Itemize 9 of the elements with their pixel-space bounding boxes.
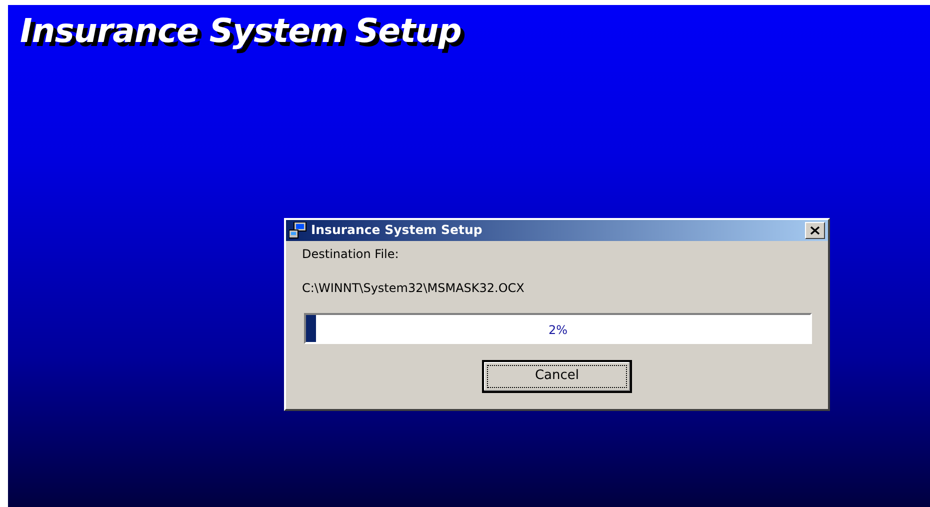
destination-label: Destination File: [301,246,400,263]
file-path: C:\WINNT\System32\MSMASK32.OCX [301,280,526,297]
progress-percent: 2% [547,322,569,339]
banner-title: Insurance System Setup [19,10,462,51]
close-button[interactable] [805,222,825,239]
close-icon [810,226,820,235]
dialog-title: Insurance System Setup [311,220,484,239]
computer-icon [289,222,307,239]
cancel-button[interactable]: Cancel [482,360,632,393]
